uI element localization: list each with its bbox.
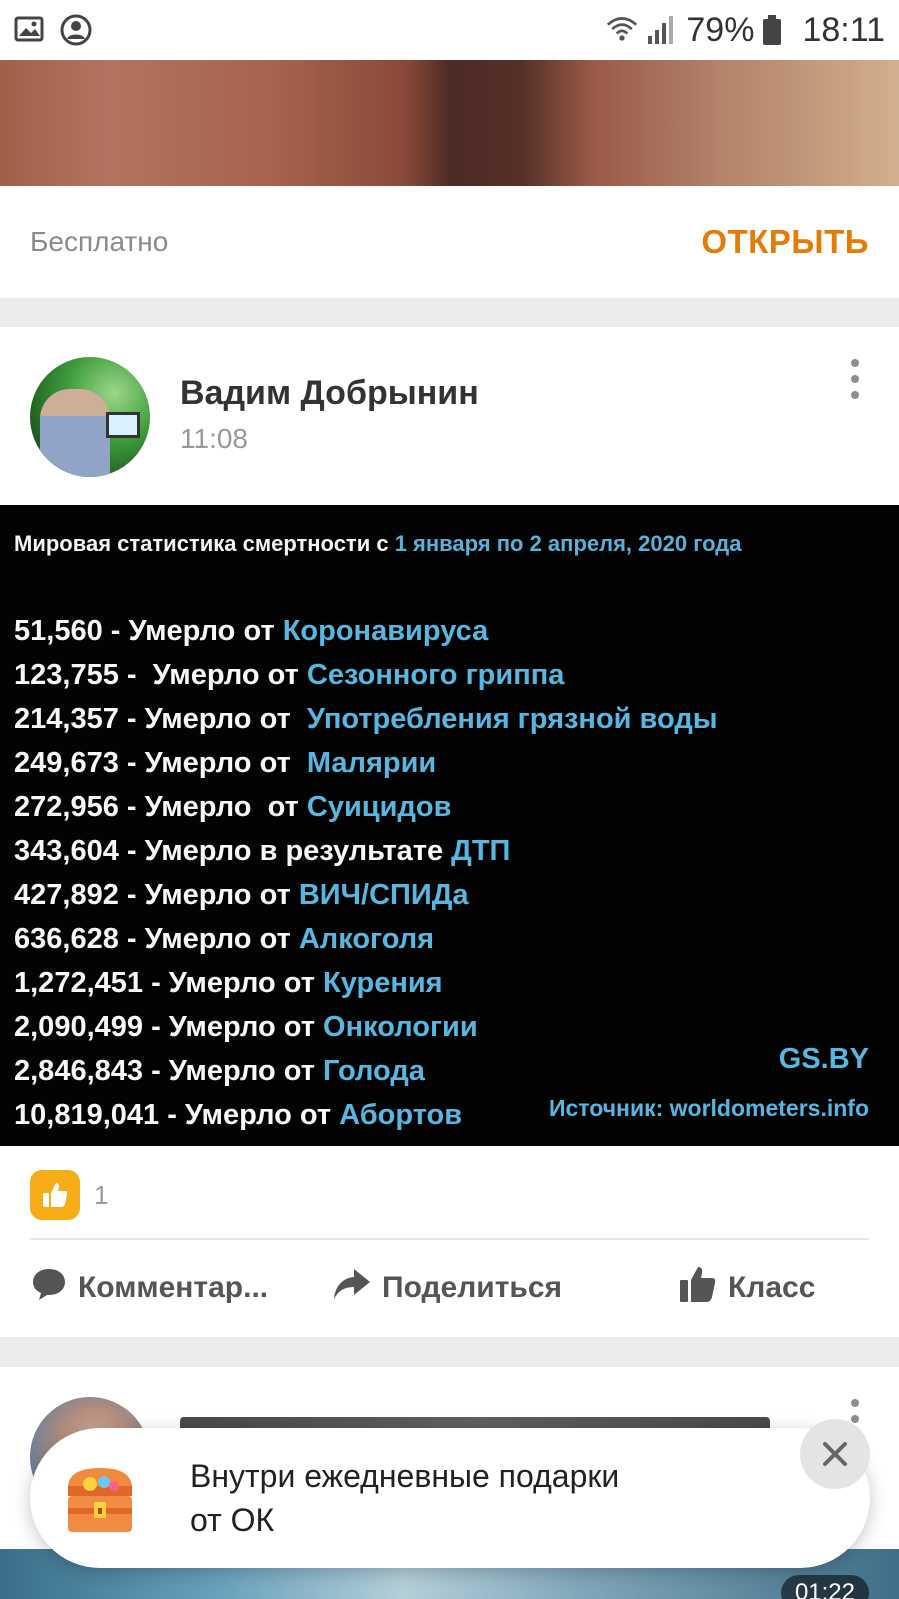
stats-number: 1,272,451 <box>14 967 144 999</box>
stats-row: 1,272,451 - Умерло от Курения <box>14 961 718 1005</box>
stats-number: 10,819,041 <box>14 1099 160 1131</box>
stats-text: - Умерло от <box>159 1099 340 1131</box>
stats-cause: Абортов <box>339 1099 463 1131</box>
video-duration: 01:22 <box>780 1575 869 1599</box>
stats-cause: Суицидов <box>306 791 452 823</box>
stats-text: - Умерло от <box>118 703 307 735</box>
wifi-icon <box>606 14 638 46</box>
share-icon <box>332 1267 372 1309</box>
stats-row: 272,956 - Умерло от Суицидов <box>14 785 718 829</box>
likes-summary[interactable]: 1 <box>30 1170 108 1220</box>
account-icon <box>60 14 92 46</box>
close-icon[interactable] <box>800 1419 870 1489</box>
ad-footer: Бесплатно ОТКРЫТЬ <box>0 186 899 298</box>
stats-number: 343,604 <box>14 835 119 867</box>
stats-list: 51,560 - Умерло от Коронавируса 123,755 -… <box>14 609 718 1137</box>
share-label: Поделиться <box>382 1271 563 1304</box>
stats-cause: Голода <box>323 1055 425 1087</box>
like-badge-icon <box>30 1170 80 1220</box>
gift-toast[interactable]: Внутри ежедневные подарки от ОК <box>30 1428 870 1568</box>
stats-number: 214,357 <box>14 703 119 735</box>
author-name[interactable]: Вадим Добрынин <box>180 374 479 413</box>
stats-text: - Умерло от <box>143 967 324 999</box>
post-header: Вадим Добрынин 11:08 <box>0 327 899 505</box>
post-image[interactable]: Мировая статистика смертности с 1 января… <box>0 505 899 1146</box>
signal-icon <box>646 14 678 46</box>
stats-text: - Умерло от <box>118 923 299 955</box>
battery-icon <box>762 14 794 46</box>
stats-number: 51,560 <box>14 615 103 647</box>
stats-text: - Умерло от <box>118 659 307 691</box>
stats-text: - Умерло в результате <box>118 835 452 867</box>
like-count: 1 <box>94 1179 109 1210</box>
comment-button[interactable]: Комментар... <box>30 1239 268 1337</box>
stats-number: 2,846,843 <box>14 1055 144 1087</box>
status-bar: 79% 18:11 <box>0 0 899 60</box>
stats-text: - Умерло от <box>102 615 283 647</box>
stats-cause: Малярии <box>306 747 437 779</box>
stats-cause: Сезонного гриппа <box>306 659 565 691</box>
ad-price-label: Бесплатно <box>30 226 169 257</box>
stats-cause: ДТП <box>451 835 511 867</box>
stats-text: - Умерло от <box>143 1055 324 1087</box>
stats-text: - Умерло от <box>118 879 299 911</box>
toast-message: Внутри ежедневные подарки от ОК <box>190 1458 620 1538</box>
klass-button[interactable]: Класс <box>678 1239 815 1337</box>
stats-row: 2,846,843 - Умерло от Голода <box>14 1049 718 1093</box>
source-label: Источник: worldometers.info <box>548 1095 869 1121</box>
share-button[interactable]: Поделиться <box>332 1239 562 1337</box>
comment-label: Комментар... <box>78 1271 269 1304</box>
klass-label: Класс <box>728 1271 816 1304</box>
stats-number: 427,892 <box>14 879 119 911</box>
comment-icon <box>30 1266 68 1310</box>
clock: 18:11 <box>802 10 885 49</box>
thumbs-up-icon <box>678 1264 718 1312</box>
stats-cause: Алкоголя <box>298 923 435 955</box>
image-icon <box>14 14 46 46</box>
more-options-icon[interactable] <box>845 359 865 399</box>
stats-text: - Умерло от <box>118 747 307 779</box>
stats-row: 249,673 - Умерло от Малярии <box>14 741 718 785</box>
ad-open-button[interactable]: ОТКРЫТЬ <box>701 223 869 261</box>
stats-row: 427,892 - Умерло от ВИЧ/СПИДа <box>14 873 718 917</box>
stats-cause: Онкологии <box>323 1011 478 1043</box>
stats-number: 272,956 <box>14 791 119 823</box>
stats-row: 636,628 - Умерло от Алкоголя <box>14 917 718 961</box>
treasure-chest-icon <box>60 1458 140 1538</box>
stats-cause: Курения <box>323 967 443 999</box>
battery-percent: 79% <box>686 10 755 49</box>
stats-title: Мировая статистика смертности с 1 января… <box>14 531 742 556</box>
stats-number: 249,673 <box>14 747 119 779</box>
stats-row: 343,604 - Умерло в результате ДТП <box>14 829 718 873</box>
brand-label: GS.BY <box>778 1043 869 1075</box>
author-avatar[interactable] <box>30 357 150 477</box>
stats-row: 214,357 - Умерло от Употребления грязной… <box>14 697 718 741</box>
post-time: 11:08 <box>180 423 248 454</box>
stats-text: - Умерло от <box>118 791 307 823</box>
stats-cause: ВИЧ/СПИДа <box>298 879 469 911</box>
stats-row: 123,755 - Умерло от Сезонного гриппа <box>14 653 718 697</box>
stats-row: 2,090,499 - Умерло от Онкологии <box>14 1005 718 1049</box>
stats-row: 51,560 - Умерло от Коронавируса <box>14 609 718 653</box>
stats-number: 636,628 <box>14 923 119 955</box>
stats-number: 123,755 <box>14 659 119 691</box>
stats-cause: Употребления грязной воды <box>306 703 718 735</box>
ad-image[interactable] <box>0 60 899 186</box>
post-actions: Комментар... Поделиться Класс <box>0 1239 899 1337</box>
stats-cause: Коронавируса <box>282 615 489 647</box>
feed-post: Вадим Добрынин 11:08 Мировая статистика … <box>0 327 899 1337</box>
stats-number: 2,090,499 <box>14 1011 144 1043</box>
stats-text: - Умерло от <box>143 1011 324 1043</box>
